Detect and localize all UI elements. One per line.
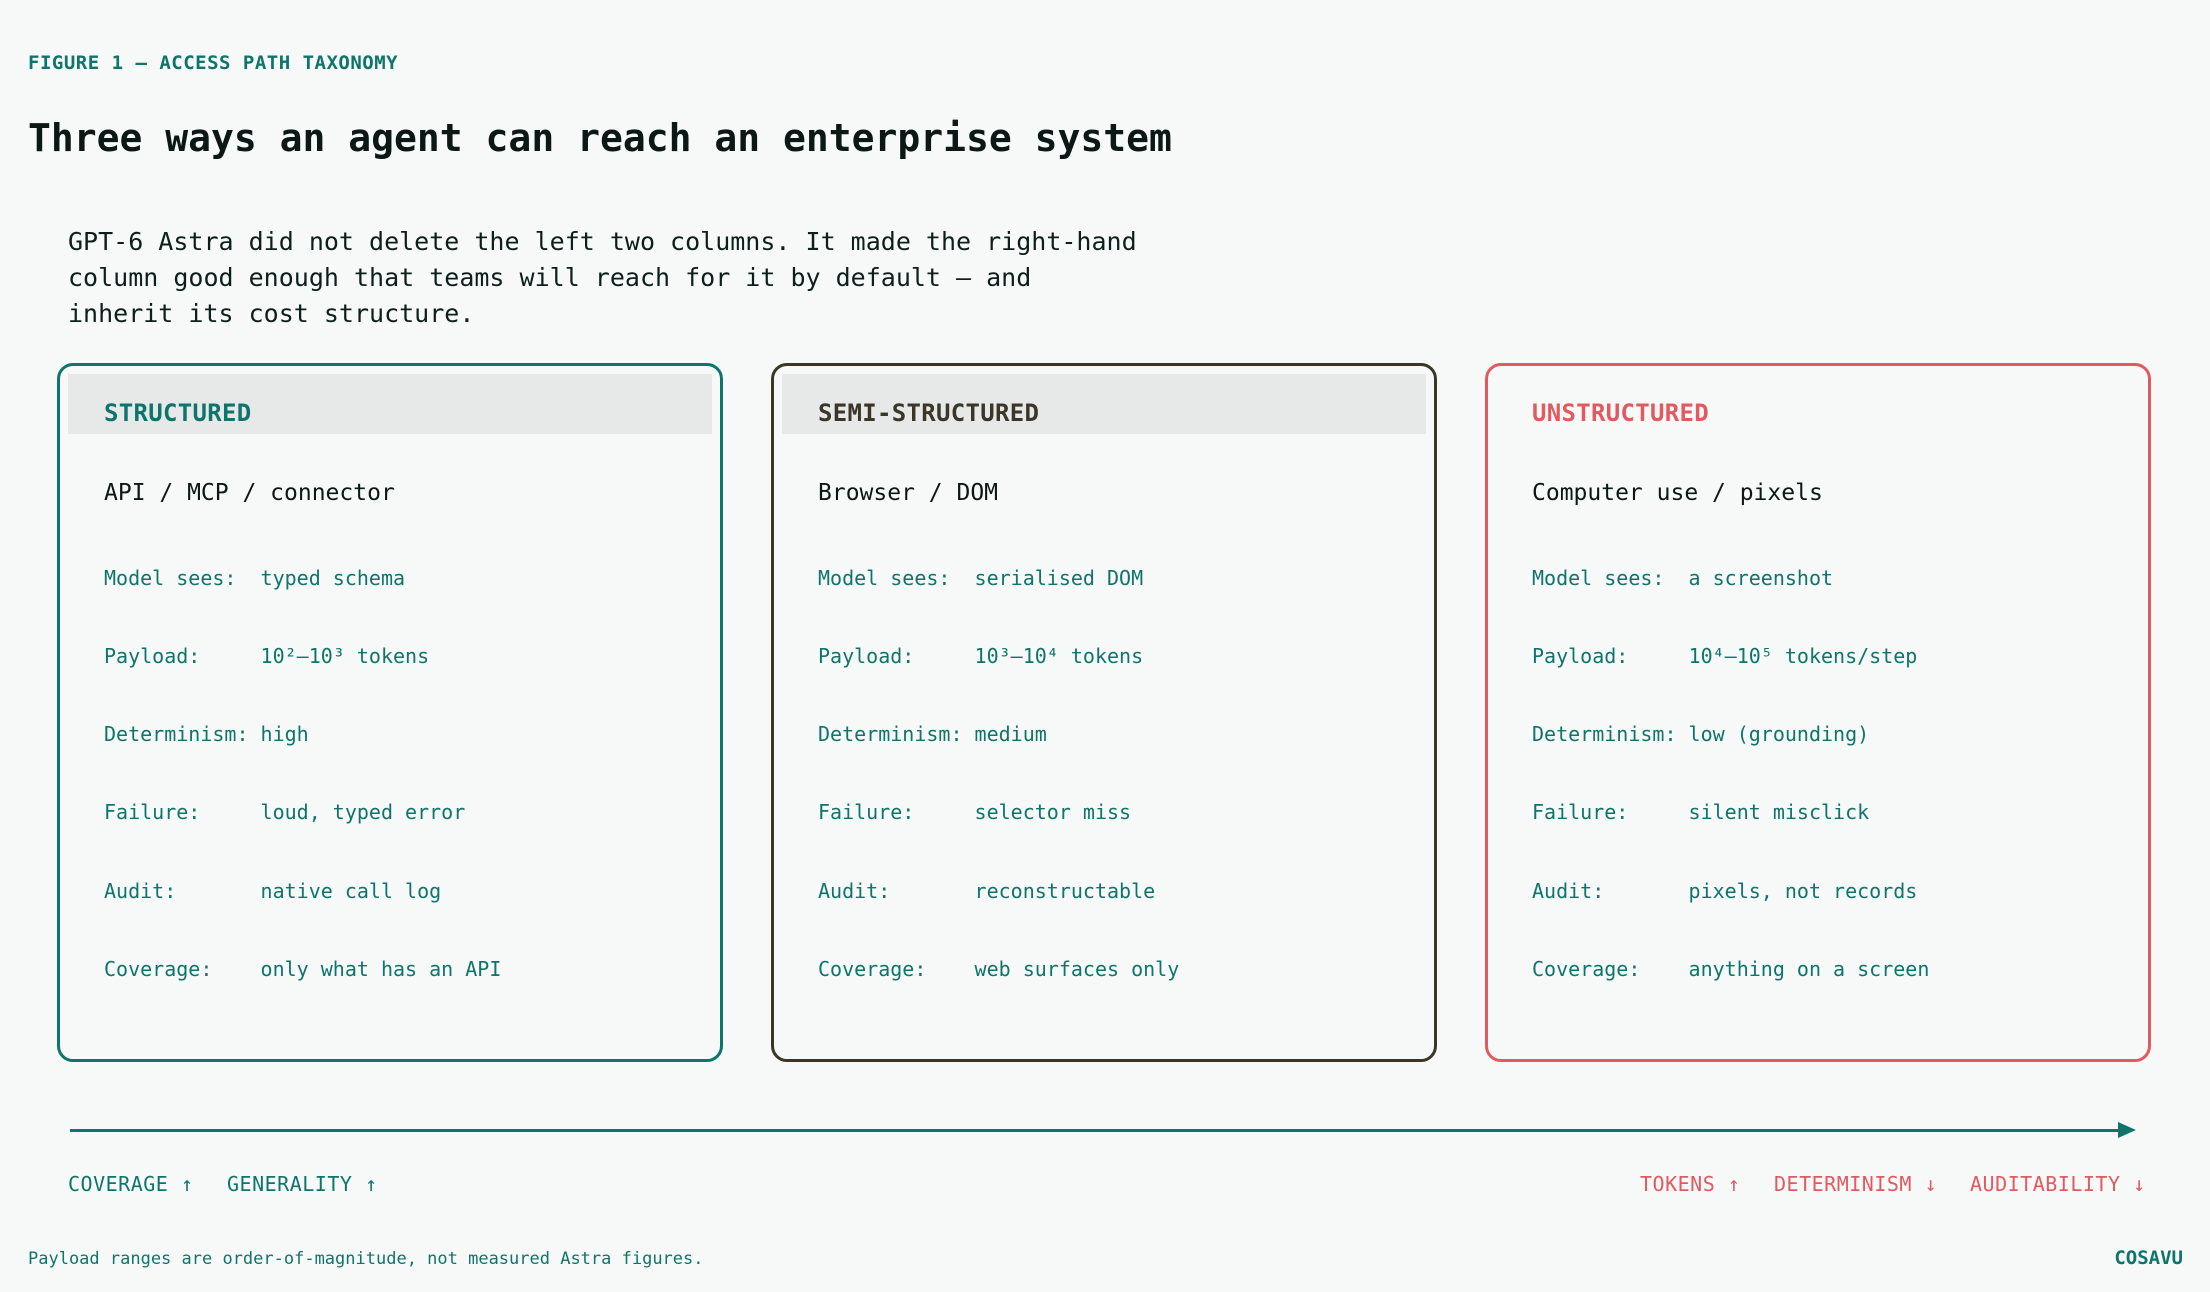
row-value: only what has an API: [260, 957, 502, 981]
arrow-right-icon: [2118, 1122, 2136, 1138]
figure-intro: GPT-6 Astra did not delete the left two …: [68, 227, 1137, 328]
row-value: loud, typed error: [260, 800, 466, 824]
row-determinism: Determinism: low (grounding): [1532, 722, 1869, 746]
row-model-sees: Model sees: serialised DOM: [818, 566, 1143, 590]
card-subtitle: Computer use / pixels: [1532, 480, 1823, 506]
row-value: web surfaces only: [974, 957, 1180, 981]
row-key: Determinism:: [818, 722, 975, 746]
row-key: Payload:: [104, 644, 261, 668]
row-value: anything on a screen: [1688, 957, 1930, 981]
card-label: SEMI-STRUCTURED: [818, 399, 1040, 427]
row-key: Model sees:: [818, 566, 975, 590]
row-value: silent misclick: [1688, 800, 1870, 824]
row-key: Payload:: [1532, 644, 1689, 668]
row-coverage: Coverage: anything on a screen: [1532, 957, 1929, 981]
row-value: a screenshot: [1688, 566, 1834, 590]
row-value: low (grounding): [1688, 722, 1870, 746]
row-key: Failure:: [818, 800, 975, 824]
row-key: Audit:: [818, 879, 975, 903]
card-subtitle: API / MCP / connector: [104, 480, 395, 506]
row-payload: Payload: 10³–10⁴ tokens: [818, 644, 1143, 668]
row-key: Coverage:: [104, 957, 261, 981]
row-key: Determinism:: [104, 722, 261, 746]
row-value: 10⁴–10⁵ tokens/step: [1688, 644, 1918, 668]
row-model-sees: Model sees: a screenshot: [1532, 566, 1833, 590]
row-key: Coverage:: [818, 957, 975, 981]
row-audit: Audit: reconstructable: [818, 879, 1155, 903]
row-failure: Failure: loud, typed error: [104, 800, 465, 824]
card-semi-structured: SEMI-STRUCTURED Browser / DOM Model sees…: [771, 363, 1437, 1062]
row-key: Audit:: [104, 879, 261, 903]
row-audit: Audit: native call log: [104, 879, 441, 903]
row-failure: Failure: selector miss: [818, 800, 1131, 824]
axis-label-generality: GENERALITY ↑: [227, 1172, 378, 1196]
row-value: pixels, not records: [1688, 879, 1918, 903]
axis-label-determinism: DETERMINISM ↓: [1774, 1172, 1938, 1196]
axis-label-coverage: COVERAGE ↑: [68, 1172, 194, 1196]
row-audit: Audit: pixels, not records: [1532, 879, 1917, 903]
figure-eyebrow: FIGURE 1 — ACCESS PATH TAXONOMY: [28, 52, 399, 74]
brand-logo: COSAVU: [2114, 1247, 2183, 1269]
row-coverage: Coverage: web surfaces only: [818, 957, 1179, 981]
row-key: Failure:: [104, 800, 261, 824]
row-value: reconstructable: [974, 879, 1156, 903]
row-value: serialised DOM: [974, 566, 1144, 590]
row-value: typed schema: [260, 566, 406, 590]
row-value: selector miss: [974, 800, 1132, 824]
row-key: Audit:: [1532, 879, 1689, 903]
card-unstructured: UNSTRUCTURED Computer use / pixels Model…: [1485, 363, 2151, 1062]
card-label: STRUCTURED: [104, 399, 252, 427]
row-key: Failure:: [1532, 800, 1689, 824]
row-value: 10²–10³ tokens: [260, 644, 430, 668]
row-failure: Failure: silent misclick: [1532, 800, 1869, 824]
card-label: UNSTRUCTURED: [1532, 399, 1709, 427]
figure-title: Three ways an agent can reach an enterpr…: [28, 116, 1172, 160]
footnote: Payload ranges are order-of-magnitude, n…: [28, 1249, 704, 1269]
row-key: Payload:: [818, 644, 975, 668]
card-structured: STRUCTURED API / MCP / connector Model s…: [57, 363, 723, 1062]
row-key: Coverage:: [1532, 957, 1689, 981]
row-key: Determinism:: [1532, 722, 1689, 746]
row-value: medium: [974, 722, 1047, 746]
card-subtitle: Browser / DOM: [818, 480, 999, 506]
axis-line: [70, 1129, 2120, 1132]
row-payload: Payload: 10²–10³ tokens: [104, 644, 429, 668]
row-coverage: Coverage: only what has an API: [104, 957, 501, 981]
axis-label-auditability: AUDITABILITY ↓: [1970, 1172, 2146, 1196]
row-model-sees: Model sees: typed schema: [104, 566, 405, 590]
row-value: high: [260, 722, 309, 746]
row-key: Model sees:: [104, 566, 261, 590]
row-key: Model sees:: [1532, 566, 1689, 590]
spectrum-axis: [70, 1120, 2140, 1140]
row-determinism: Determinism: high: [104, 722, 309, 746]
row-value: native call log: [260, 879, 442, 903]
row-value: 10³–10⁴ tokens: [974, 644, 1144, 668]
axis-label-tokens: TOKENS ↑: [1640, 1172, 1741, 1196]
row-payload: Payload: 10⁴–10⁵ tokens/step: [1532, 644, 1917, 668]
row-determinism: Determinism: medium: [818, 722, 1047, 746]
